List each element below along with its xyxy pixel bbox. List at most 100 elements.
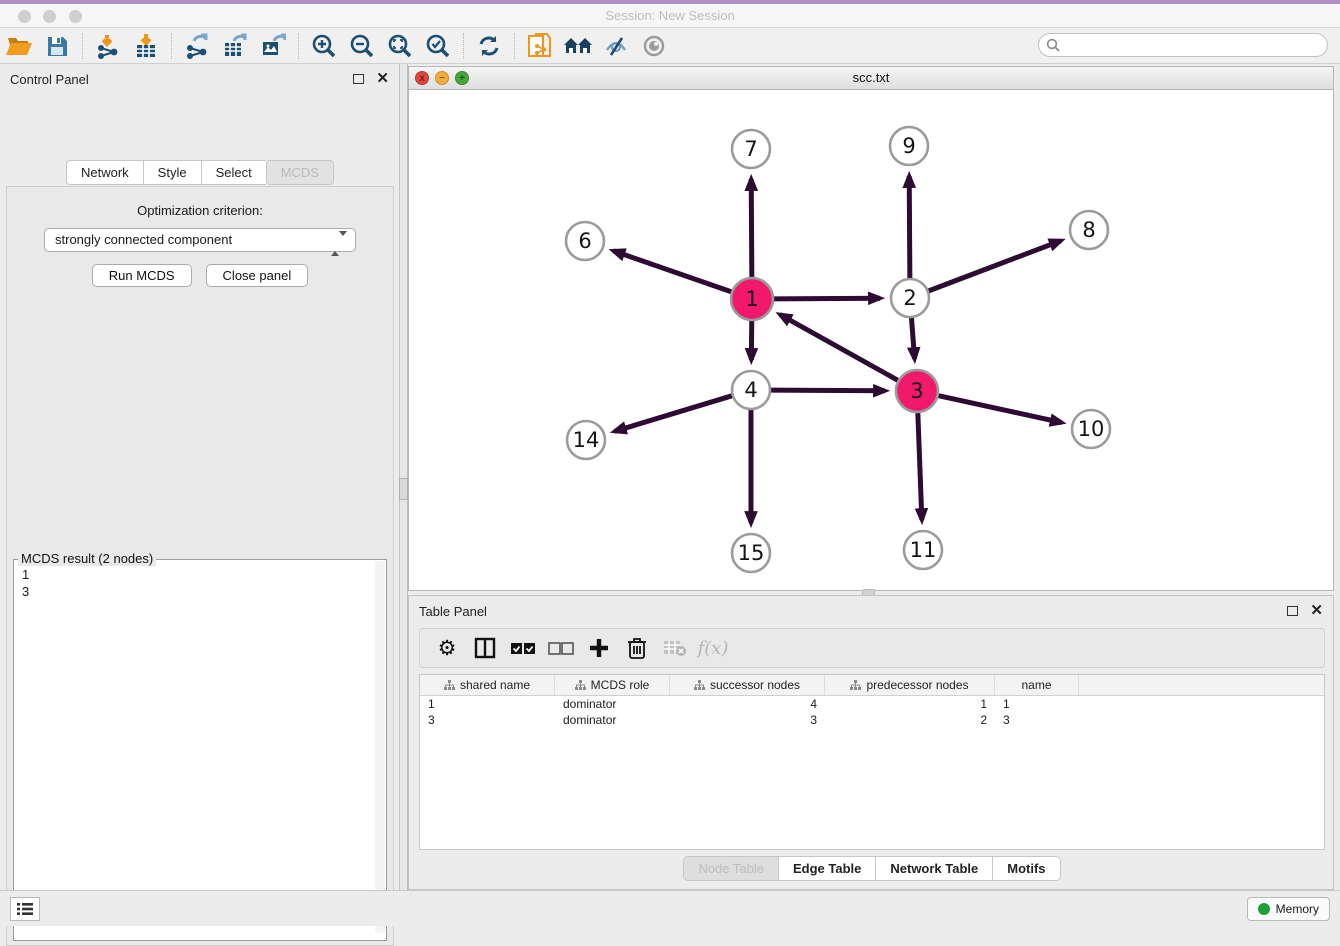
network-graph[interactable]: 7 9 6 8 1 2 4 3 14 10 15 11 — [409, 90, 1333, 590]
cell[interactable]: 1 — [995, 696, 1079, 712]
tab-network-table[interactable]: Network Table — [875, 856, 992, 881]
cell[interactable]: 1 — [420, 696, 555, 712]
graph-node-7[interactable]: 7 — [732, 130, 770, 168]
cell[interactable]: 4 — [670, 696, 825, 712]
cell[interactable]: 2 — [825, 712, 995, 728]
memory-label: Memory — [1276, 902, 1319, 916]
table-row[interactable]: 3dominator323 — [420, 712, 1324, 728]
table-settings-gear-icon[interactable]: ⚙ — [430, 632, 464, 664]
function-builder-button[interactable]: f(x) — [696, 632, 730, 664]
close-panel-icon[interactable]: ✕ — [376, 74, 389, 84]
create-column-button[interactable] — [582, 632, 616, 664]
open-folder-icon — [5, 34, 33, 58]
task-manager-button[interactable] — [10, 897, 40, 921]
tab-motifs[interactable]: Motifs — [992, 856, 1060, 881]
edge-4-3[interactable] — [771, 390, 885, 391]
splitter-grip[interactable] — [399, 478, 408, 500]
cell[interactable]: 3 — [670, 712, 825, 728]
refresh-layout-button[interactable] — [470, 30, 508, 62]
delete-column-button[interactable] — [620, 632, 654, 664]
column-header-predecessor-nodes[interactable]: predecessor nodes — [825, 675, 995, 695]
cell[interactable]: 3 — [420, 712, 555, 728]
edge-1-6[interactable] — [613, 251, 731, 292]
panel-splitter[interactable] — [400, 64, 408, 890]
window-minimize-button[interactable] — [43, 10, 56, 23]
table-row[interactable]: 1dominator411 — [420, 696, 1324, 712]
network-close-button[interactable]: x — [415, 71, 429, 85]
window-close-button[interactable] — [18, 10, 31, 23]
graph-node-9[interactable]: 9 — [890, 127, 928, 165]
search-input[interactable] — [1038, 33, 1328, 57]
cyndex-browse-button[interactable] — [559, 30, 597, 62]
import-table-button[interactable] — [127, 30, 165, 62]
graph-node-10[interactable]: 10 — [1072, 410, 1110, 448]
run-mcds-button[interactable]: Run MCDS — [92, 264, 192, 287]
save-session-button[interactable] — [38, 30, 76, 62]
network-zoom-button[interactable]: + — [455, 71, 469, 85]
graph-node-3[interactable]: 3 — [896, 370, 938, 412]
zoom-selected-button[interactable] — [419, 30, 457, 62]
node-table[interactable]: shared name MCDS role successor nodes pr… — [419, 674, 1325, 850]
graph-node-1[interactable]: 1 — [731, 278, 773, 320]
tab-edge-table[interactable]: Edge Table — [778, 856, 875, 881]
column-header-shared-name[interactable]: shared name — [420, 675, 555, 695]
mcds-result-text[interactable]: 1 3 — [14, 560, 386, 602]
import-network-button[interactable] — [89, 30, 127, 62]
column-header-MCDS-role[interactable]: MCDS role — [555, 675, 670, 695]
open-session-button[interactable] — [0, 30, 38, 62]
edge-2-8[interactable] — [929, 241, 1061, 291]
network-window-titlebar[interactable]: x − + scc.txt — [409, 67, 1333, 90]
tab-node-table[interactable]: Node Table — [683, 856, 778, 881]
export-network-button[interactable] — [178, 30, 216, 62]
tab-style[interactable]: Style — [143, 160, 201, 185]
result-scrollbar[interactable] — [375, 561, 385, 933]
export-table-button[interactable] — [216, 30, 254, 62]
show-hide-graphics-button[interactable] — [597, 30, 635, 62]
tab-select[interactable]: Select — [201, 160, 266, 185]
close-table-panel-icon[interactable]: ✕ — [1310, 606, 1323, 616]
close-panel-button[interactable]: Close panel — [206, 264, 309, 287]
clone-network-button[interactable] — [521, 30, 559, 62]
delete-table-button[interactable] — [658, 632, 692, 664]
graph-node-8[interactable]: 8 — [1070, 211, 1108, 249]
zoom-out-button[interactable] — [343, 30, 381, 62]
edge-1-2[interactable] — [774, 298, 880, 299]
graph-node-6[interactable]: 6 — [566, 222, 604, 260]
zoom-fit-button[interactable] — [381, 30, 419, 62]
graph-node-11[interactable]: 11 — [904, 531, 942, 569]
zoom-in-button[interactable] — [305, 30, 343, 62]
edge-2-3[interactable] — [912, 318, 915, 359]
column-header-successor-nodes[interactable]: successor nodes — [670, 675, 825, 695]
graph-node-15[interactable]: 15 — [732, 534, 770, 572]
edge-3-11[interactable] — [918, 413, 922, 520]
show-column-panel-button[interactable] — [468, 632, 502, 664]
float-table-panel-icon[interactable] — [1287, 606, 1298, 616]
cell[interactable]: 3 — [995, 712, 1079, 728]
graph-node-14[interactable]: 14 — [567, 421, 605, 459]
column-header-name[interactable]: name — [995, 675, 1079, 695]
cell[interactable]: dominator — [555, 712, 670, 728]
edge-4-14[interactable] — [615, 396, 732, 431]
table-tabs: Node Table Edge Table Network Table Moti… — [409, 856, 1335, 881]
export-image-button[interactable] — [254, 30, 292, 62]
graph-node-2[interactable]: 2 — [891, 279, 929, 317]
edge-3-1[interactable] — [780, 315, 898, 381]
graph-node-4[interactable]: 4 — [732, 371, 770, 409]
cell[interactable]: 1 — [825, 696, 995, 712]
network-minimize-button[interactable]: − — [435, 71, 449, 85]
clone-network-icon — [527, 32, 553, 60]
edge-1-7[interactable] — [751, 179, 752, 277]
memory-button[interactable]: Memory — [1247, 897, 1330, 921]
optimization-criterion-select[interactable]: strongly connected component — [44, 228, 356, 252]
cell[interactable]: dominator — [555, 696, 670, 712]
table-body: 1dominator4113dominator323 — [420, 696, 1324, 728]
float-panel-icon[interactable] — [353, 74, 364, 84]
edge-3-10[interactable] — [938, 396, 1061, 423]
edge-2-9[interactable] — [909, 176, 910, 278]
unselect-all-columns-button[interactable] — [544, 632, 578, 664]
select-all-columns-button[interactable] — [506, 632, 540, 664]
window-zoom-button[interactable] — [69, 10, 82, 23]
bird-eye-button[interactable] — [635, 30, 673, 62]
tab-mcds[interactable]: MCDS — [266, 160, 334, 185]
tab-network[interactable]: Network — [66, 160, 143, 185]
